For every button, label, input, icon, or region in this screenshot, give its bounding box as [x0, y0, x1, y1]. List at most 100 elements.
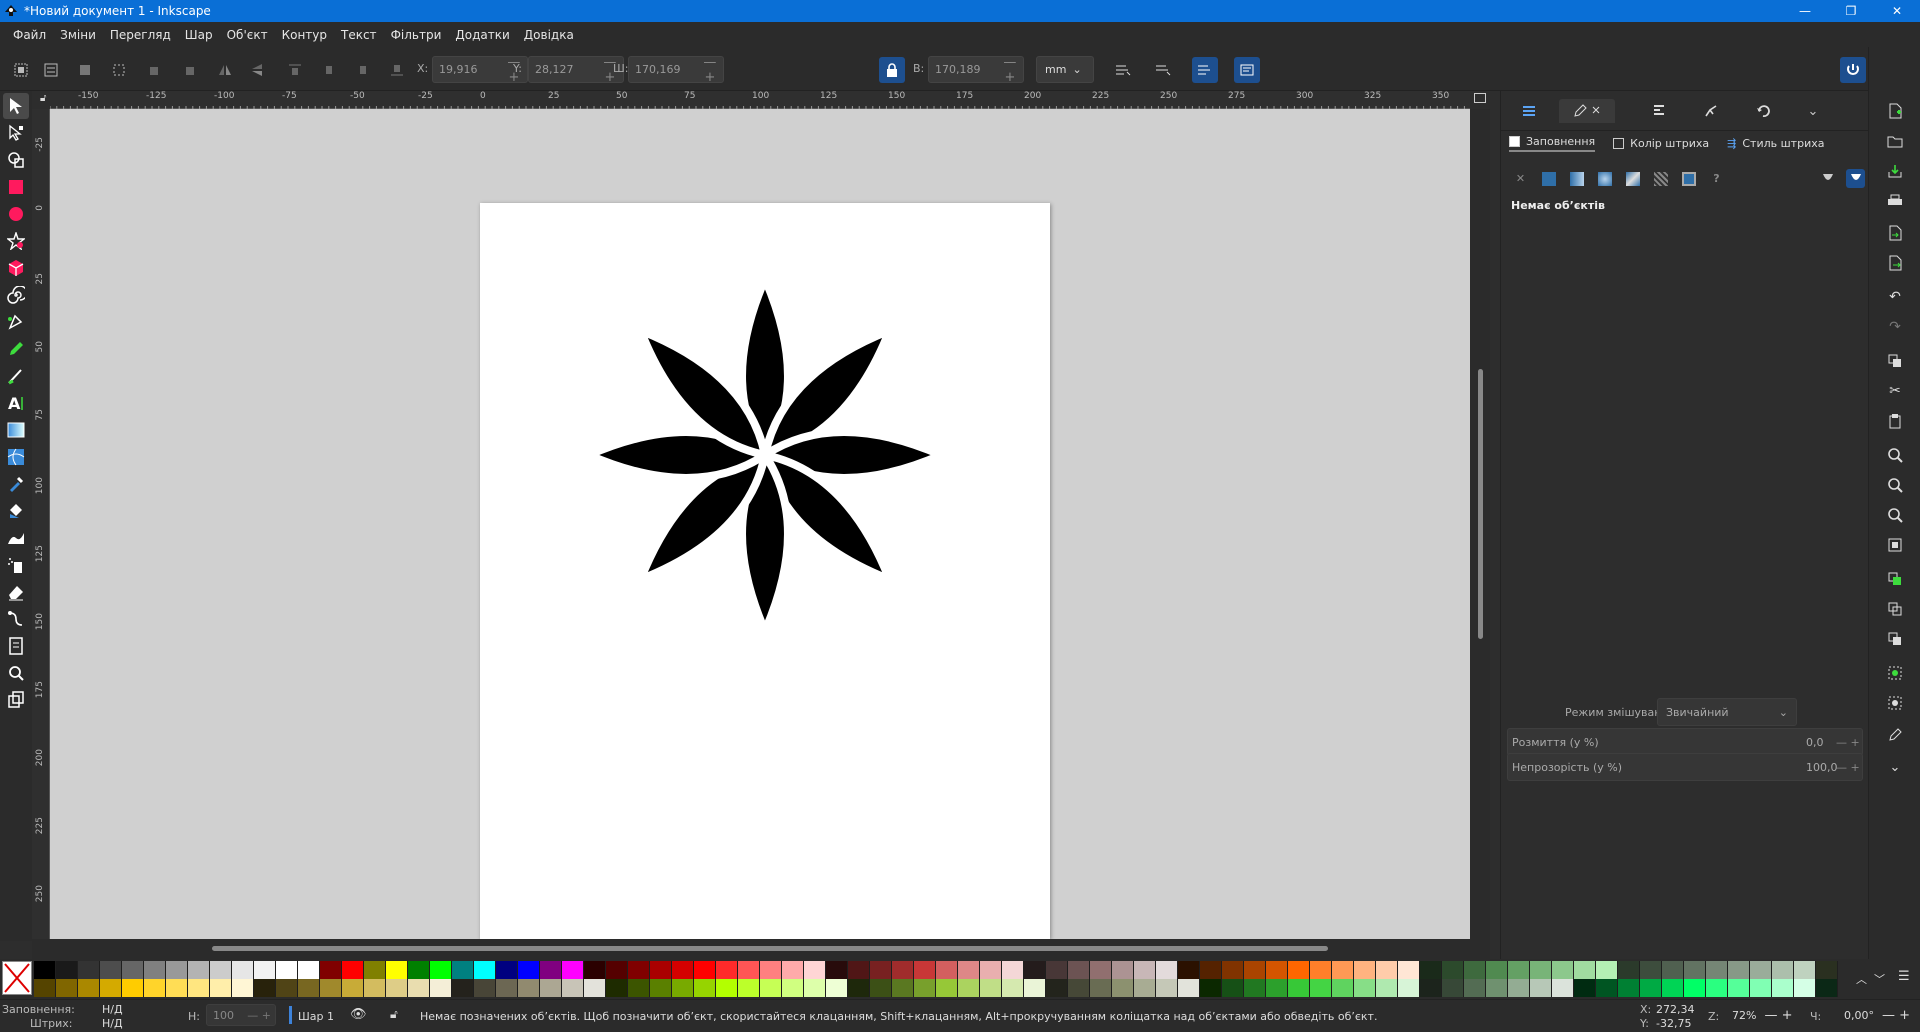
lock-ratio-button[interactable]	[879, 57, 905, 83]
color-swatch[interactable]	[540, 961, 562, 979]
current-layer[interactable]: Шар 1	[298, 1010, 334, 1023]
color-swatch[interactable]	[1508, 961, 1530, 979]
scale-corners-icon[interactable]	[1150, 57, 1176, 83]
opacity-status-minus-plus[interactable]: — +	[247, 1009, 271, 1022]
more-commands-chevron-icon[interactable]: ⌄	[1883, 755, 1907, 779]
color-swatch[interactable]	[342, 961, 364, 979]
color-swatch[interactable]	[1530, 961, 1552, 979]
dock-menu-chevron-icon[interactable]: ⌄	[1785, 99, 1841, 123]
new-document-icon[interactable]	[1883, 99, 1907, 123]
opacity-value[interactable]: 100,0	[1806, 761, 1838, 774]
eraser-tool-icon[interactable]	[3, 579, 29, 605]
color-swatch[interactable]	[1706, 961, 1728, 979]
no-paint-icon[interactable]: ✕	[1511, 169, 1530, 188]
color-swatch[interactable]	[562, 979, 584, 997]
color-swatch[interactable]	[1222, 979, 1244, 997]
y-position-field[interactable]: Y: 28,127 — +	[513, 55, 624, 85]
select-all-icon[interactable]	[8, 57, 34, 83]
lower-to-bottom-icon[interactable]	[384, 57, 410, 83]
color-swatch[interactable]	[1046, 961, 1068, 979]
blend-mode-select[interactable]: Звичайний ⌄	[1657, 698, 1797, 726]
color-swatch[interactable]	[1552, 979, 1574, 997]
color-swatch[interactable]	[606, 979, 628, 997]
color-swatch[interactable]	[804, 961, 826, 979]
fill-stroke-tab-icon[interactable]	[1559, 99, 1615, 123]
color-swatch[interactable]	[1178, 979, 1200, 997]
color-swatch[interactable]	[1090, 961, 1112, 979]
clone-icon[interactable]	[1883, 597, 1907, 621]
color-swatch[interactable]	[1024, 961, 1046, 979]
width-field[interactable]: Ш: 170,169 — +	[613, 55, 724, 85]
x-value[interactable]: 19,916	[433, 63, 501, 76]
color-swatch[interactable]	[892, 979, 914, 997]
blur-value[interactable]: 0,0	[1806, 736, 1836, 749]
color-swatch[interactable]	[298, 979, 320, 997]
color-swatch[interactable]	[34, 961, 56, 979]
color-swatch[interactable]	[914, 979, 936, 997]
color-swatch[interactable]	[1266, 961, 1288, 979]
color-swatch[interactable]	[496, 979, 518, 997]
fill-stroke-command-icon[interactable]	[1883, 723, 1907, 747]
color-swatch[interactable]	[430, 961, 452, 979]
zoom-page-icon[interactable]	[1883, 503, 1907, 527]
color-swatch[interactable]	[1200, 961, 1222, 979]
color-swatch[interactable]	[738, 979, 760, 997]
color-swatch[interactable]	[188, 961, 210, 979]
menu-object[interactable]: Об'єкт	[220, 28, 275, 42]
height-minus-plus[interactable]: — +	[997, 55, 1023, 85]
color-swatch[interactable]	[166, 979, 188, 997]
color-swatch[interactable]	[34, 979, 56, 997]
color-swatch[interactable]	[518, 979, 540, 997]
color-swatch[interactable]	[936, 979, 958, 997]
undo-icon[interactable]: ↶	[1883, 285, 1907, 309]
color-swatch[interactable]	[1134, 961, 1156, 979]
color-swatch[interactable]	[1816, 979, 1838, 997]
color-swatch[interactable]	[56, 961, 78, 979]
color-swatch[interactable]	[1750, 979, 1772, 997]
menu-edit[interactable]: Зміни	[53, 28, 103, 42]
color-swatch[interactable]	[56, 979, 78, 997]
color-swatch[interactable]	[210, 961, 232, 979]
rotation-minus-plus[interactable]: — +	[1882, 1008, 1910, 1023]
horizontal-scroll-thumb[interactable]	[212, 946, 1328, 951]
color-swatch[interactable]	[848, 979, 870, 997]
tweak-tool-icon[interactable]	[3, 525, 29, 551]
linear-gradient-icon[interactable]	[1567, 169, 1586, 188]
zoom-selection-icon[interactable]	[1883, 443, 1907, 467]
color-swatch[interactable]	[1156, 979, 1178, 997]
color-swatch[interactable]	[672, 961, 694, 979]
color-swatch[interactable]	[320, 979, 342, 997]
minimize-button[interactable]: —	[1782, 0, 1828, 22]
pen-tool-icon[interactable]	[3, 309, 29, 335]
gradient-tool-icon[interactable]	[3, 417, 29, 443]
color-swatch[interactable]	[1112, 979, 1134, 997]
color-swatch[interactable]	[188, 979, 210, 997]
color-swatch[interactable]	[1332, 979, 1354, 997]
palette-scroll-down-icon[interactable]: ﹀	[1874, 971, 1885, 987]
color-swatch[interactable]	[1816, 961, 1838, 979]
color-swatch[interactable]	[144, 979, 166, 997]
menu-path[interactable]: Контур	[275, 28, 334, 42]
color-swatch[interactable]	[650, 979, 672, 997]
pattern-icon[interactable]	[1651, 169, 1670, 188]
color-swatch[interactable]	[320, 961, 342, 979]
color-swatch[interactable]	[1134, 979, 1156, 997]
color-swatch[interactable]	[1420, 979, 1442, 997]
color-swatch[interactable]	[386, 979, 408, 997]
width-value[interactable]: 170,169	[629, 63, 697, 76]
menu-text[interactable]: Текст	[334, 28, 384, 42]
rotation-field[interactable]: 0,00° — +	[1826, 1004, 1916, 1026]
color-swatch[interactable]	[628, 961, 650, 979]
color-swatch[interactable]	[1178, 961, 1200, 979]
menu-help[interactable]: Довідка	[517, 28, 581, 42]
color-swatch[interactable]	[980, 979, 1002, 997]
xml-editor-tab-icon[interactable]	[1683, 99, 1739, 123]
radial-gradient-icon[interactable]	[1595, 169, 1614, 188]
color-swatch[interactable]	[1728, 961, 1750, 979]
color-swatch[interactable]	[166, 961, 188, 979]
paste-icon[interactable]	[1883, 409, 1907, 433]
import-icon[interactable]	[1883, 221, 1907, 245]
color-swatch[interactable]	[298, 961, 320, 979]
color-swatch[interactable]	[760, 961, 782, 979]
save-icon[interactable]	[1883, 159, 1907, 183]
